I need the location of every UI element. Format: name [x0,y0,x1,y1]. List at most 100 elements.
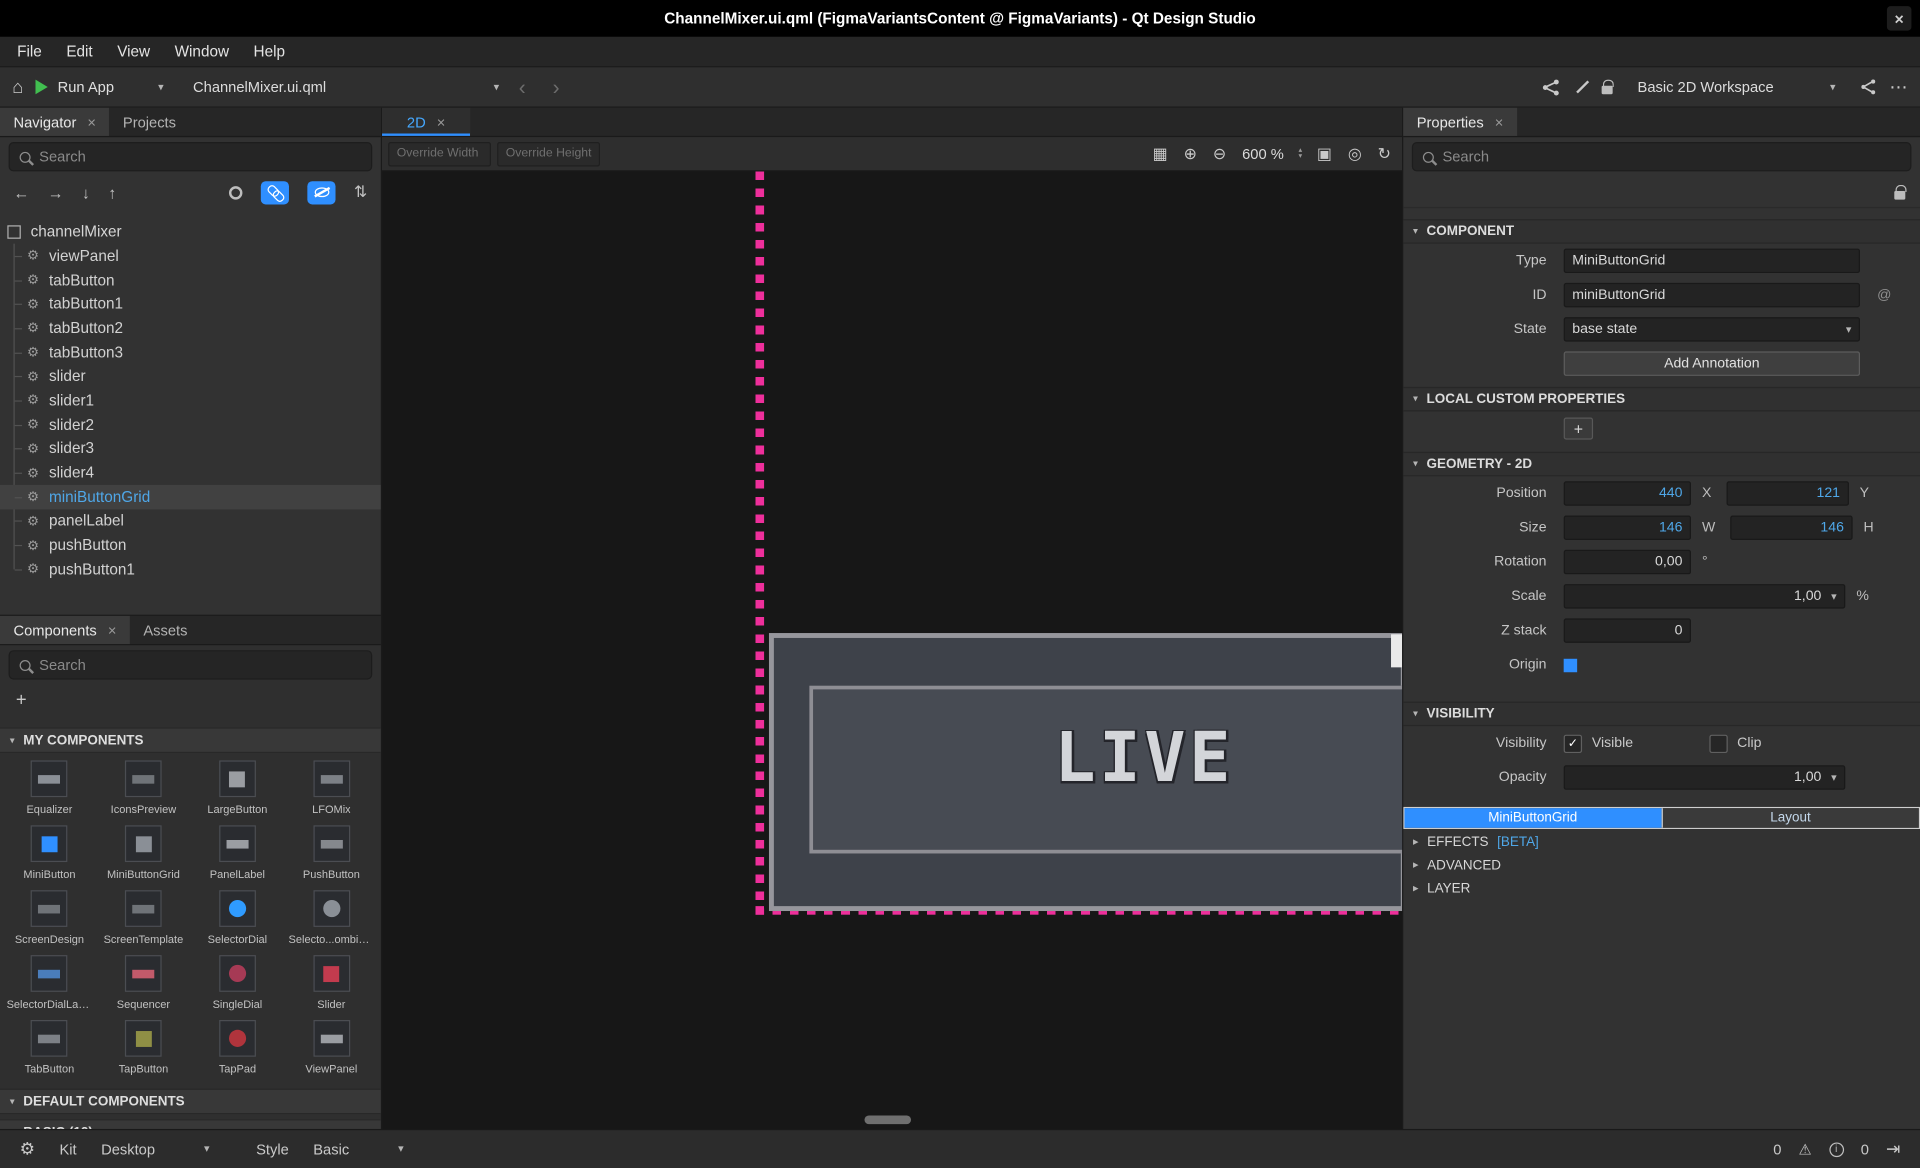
position-x-input[interactable] [1572,486,1682,501]
section-layer[interactable]: ▸ LAYER [1403,878,1920,899]
id-input[interactable] [1572,288,1851,303]
more-icon[interactable]: ⋯ [1889,78,1907,96]
component-library-item[interactable]: TapButton [96,1020,190,1075]
navigator-item[interactable]: ⚙ tabButton2 [0,316,381,340]
pixel-grid-icon[interactable]: ▦ [1148,146,1173,162]
menu-help[interactable]: Help [241,43,297,60]
annotation-icon[interactable] [1573,78,1590,95]
style-dropdown[interactable]: Basic ▾ [313,1141,403,1158]
navigator-item[interactable]: ⚙ panelLabel [0,509,381,533]
forward-icon[interactable]: › [545,77,567,98]
section-effects[interactable]: ▸ EFFECTS [BETA] [1403,831,1920,852]
component-library-item[interactable]: IconsPreview [96,760,190,815]
component-library-item[interactable]: Slider [284,955,378,1010]
navigator-item[interactable]: ⚙ viewPanel [0,244,381,268]
filter-icon[interactable] [229,186,242,199]
kit-dropdown[interactable]: Desktop ▾ [101,1141,209,1158]
size-w-input[interactable] [1572,520,1682,535]
run-target-chevron-icon[interactable]: ▾ [158,81,164,92]
settings-gear-icon[interactable]: ⚙ [20,1139,35,1160]
navigator-item[interactable]: ⚙ tabButton1 [0,292,381,316]
components-search[interactable] [9,650,373,679]
menu-file[interactable]: File [5,43,54,60]
tab-projects[interactable]: Projects [109,108,189,136]
navigator-item-root[interactable]: channelMixer [0,219,381,243]
rotation-input[interactable] [1572,555,1682,570]
section-local-custom-properties[interactable]: ▾ LOCAL CUSTOM PROPERTIES [1403,387,1920,411]
link-selection-button[interactable] [261,181,289,204]
menu-view[interactable]: View [105,43,162,60]
basic-components-header[interactable]: ▾ BASIC (12) [0,1119,381,1129]
component-library-item[interactable]: Selecto...ombined [284,890,378,945]
tab-navigator[interactable]: Navigator × [0,108,109,136]
close-icon[interactable]: × [437,113,446,130]
lock-icon[interactable] [1602,86,1613,95]
component-library-item[interactable]: SelectorDialLabel [2,955,96,1010]
home-icon[interactable]: ⌂ [12,78,23,96]
window-close-button[interactable]: × [1887,6,1911,30]
component-library-item[interactable]: ViewPanel [284,1020,378,1075]
properties-search[interactable] [1412,142,1912,171]
hide-invisible-button[interactable] [307,181,335,204]
add-module-icon[interactable]: + [16,689,27,710]
canvas-horizontal-scrollbar[interactable] [864,1116,911,1125]
navigator-item[interactable]: ⚙ slider3 [0,437,381,461]
component-library-item[interactable]: MiniButton [2,825,96,880]
navigator-search[interactable] [9,142,373,171]
info-count[interactable]: 0 [1861,1141,1869,1158]
component-library-item[interactable]: PanelLabel [190,825,284,880]
navigator-item[interactable]: ⚙ slider4 [0,461,381,485]
close-icon[interactable]: × [87,113,96,130]
zoom-level[interactable]: 600 % [1237,145,1288,162]
section-visibility[interactable]: ▾ VISIBILITY [1403,702,1920,726]
lock-icon[interactable] [1894,190,1905,199]
opacity-dropdown[interactable]: 1,00 ▾ [1564,765,1846,789]
my-components-header[interactable]: ▾ MY COMPONENTS [0,727,381,753]
document-selector[interactable]: ChannelMixer.ui.qml ▾ [193,78,499,95]
override-height-input[interactable] [497,141,600,165]
refresh-icon[interactable]: ↻ [1373,146,1396,162]
default-components-header[interactable]: ▾ DEFAULT COMPONENTS [0,1089,381,1115]
navigator-item[interactable]: ⚙ pushButton [0,533,381,557]
properties-search-input[interactable] [1442,148,1900,165]
navigator-item[interactable]: ⚙ slider1 [0,388,381,412]
workspaces-icon[interactable] [1542,78,1560,96]
components-search-input[interactable] [39,656,361,673]
override-width-input[interactable] [388,141,491,165]
scale-dropdown[interactable]: 1,00 ▾ [1564,584,1846,608]
clip-checkbox[interactable] [1709,734,1727,752]
type-input[interactable] [1572,253,1851,268]
info-icon[interactable]: i [1829,1142,1844,1157]
warning-count[interactable]: 0 [1773,1141,1781,1158]
navigator-search-input[interactable] [39,148,361,165]
component-library-item[interactable]: ScreenTemplate [96,890,190,945]
component-library-item[interactable]: MiniButtonGrid [96,825,190,880]
toggle-sidebar-icon[interactable]: ⇥ [1886,1139,1900,1160]
target-icon[interactable]: ◎ [1343,146,1367,162]
share-icon[interactable] [1860,78,1877,95]
origin-center-button[interactable] [1564,658,1577,671]
component-library-item[interactable]: Sequencer [96,955,190,1010]
run-app-button[interactable]: Run App [36,78,114,95]
close-icon[interactable]: × [108,621,117,638]
fit-screen-icon[interactable]: ▣ [1312,146,1337,162]
component-library-item[interactable]: SelectorDial [190,890,284,945]
tab-components[interactable]: Components × [0,616,130,644]
visible-checkbox[interactable]: ✓ [1564,734,1582,752]
navigator-item[interactable]: ⚙ pushButton1 [0,557,381,581]
design-canvas[interactable]: LIVE [382,171,1402,1129]
zoom-in-icon[interactable]: ⊕ [1179,146,1202,162]
tab-2d[interactable]: 2D × [382,108,470,136]
position-y-input[interactable] [1735,486,1840,501]
warning-icon[interactable]: ⚠ [1799,1141,1812,1158]
menu-edit[interactable]: Edit [54,43,105,60]
navigator-item[interactable]: ⚙ slider2 [0,412,381,436]
zoom-stepper[interactable]: ▴ ▾ [1295,148,1306,160]
zstack-input[interactable] [1572,623,1682,638]
move-up-icon[interactable]: ↑ [108,183,116,201]
component-library-item[interactable]: SingleDial [190,955,284,1010]
add-property-button[interactable]: + [1564,418,1593,440]
close-icon[interactable]: × [1495,113,1504,130]
alias-at-icon[interactable]: @ [1877,288,1891,303]
add-annotation-button[interactable]: Add Annotation [1564,351,1860,375]
